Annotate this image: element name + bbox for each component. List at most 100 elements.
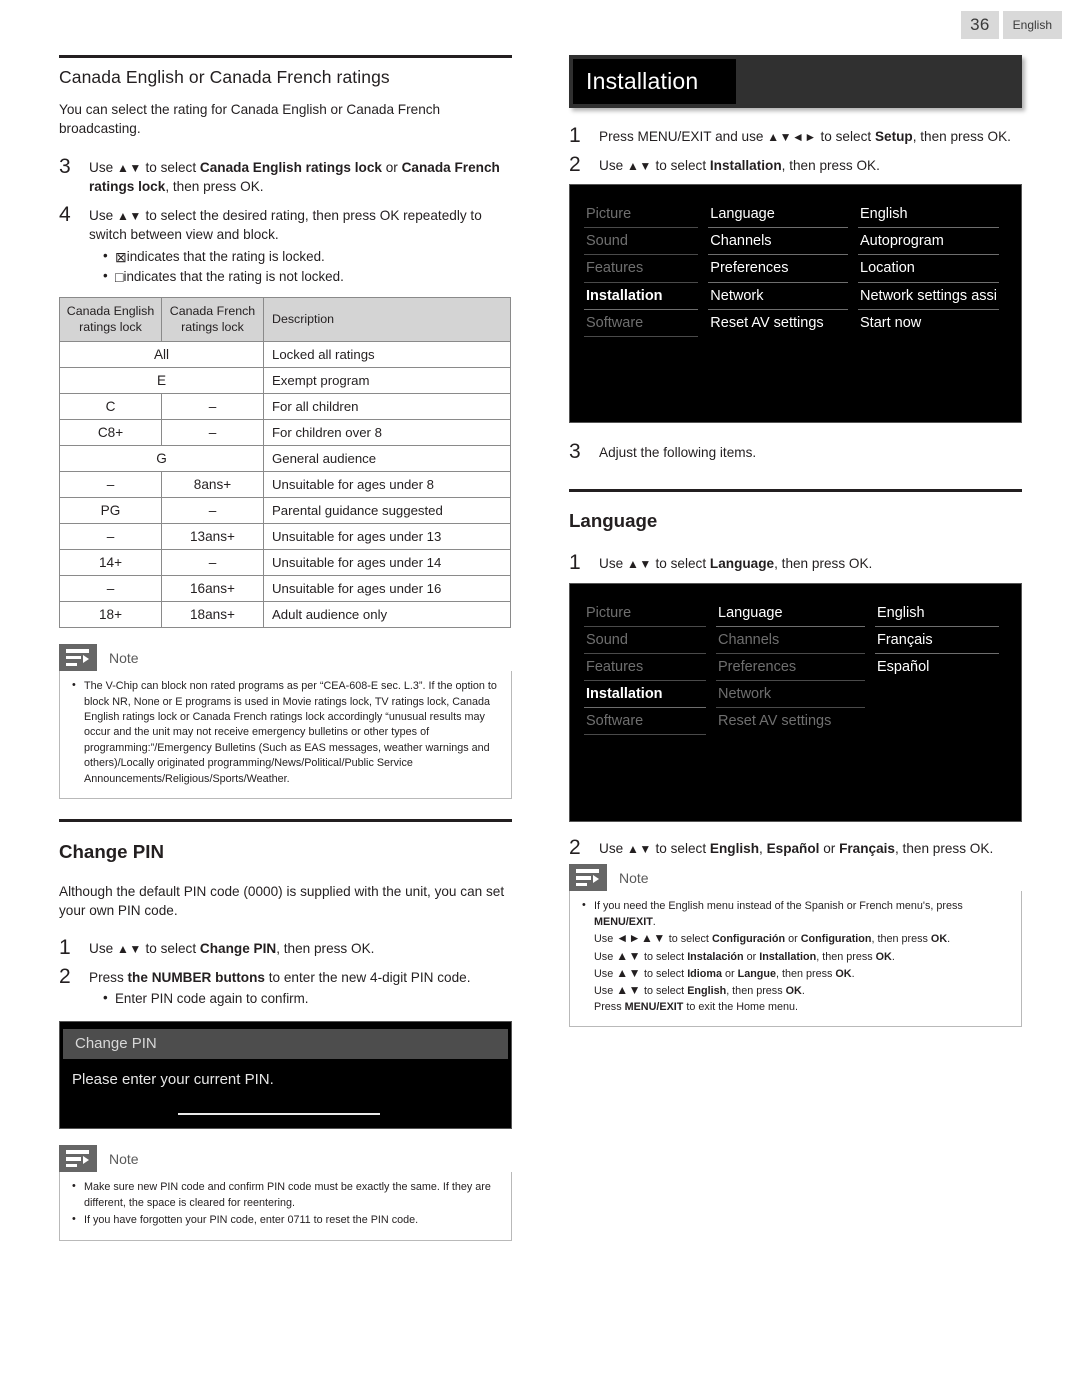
tv-menu-item[interactable]: Preferences [708, 255, 848, 283]
step-number: 3 [59, 154, 71, 178]
installation-banner-title: Installation [586, 68, 699, 94]
tv-menu-item[interactable]: Network settings assi [858, 283, 999, 310]
tv-menu-column-1: Picture Sound Features Installation Software [584, 201, 708, 337]
table-row: C – For all children [59, 393, 511, 421]
step-3: 3 Use ▲▼ to select Canada English rating… [59, 155, 512, 197]
manual-page: 36 English Canada English or Canada Fren… [0, 0, 1080, 1397]
tv-menu-item[interactable]: Español [875, 654, 999, 680]
note-line: Press MENU/EXIT to exit the Home menu. [594, 1000, 799, 1013]
tv-menu-item[interactable]: Software [584, 708, 706, 736]
left-column: Canada English or Canada French ratings … [59, 55, 512, 1241]
step-text: Use ▲▼ to select English, Español or Fra… [599, 840, 994, 856]
tv-menu-item[interactable]: Features [584, 654, 706, 682]
rating-description: Unsuitable for ages under 14 [263, 549, 511, 577]
note-list: Make sure new PIN code and confirm PIN c… [70, 1179, 501, 1228]
step-number: 2 [569, 835, 581, 859]
note-block-language: Note If you need the English menu instea… [569, 864, 1022, 1028]
checkbox-checked-icon: ⊠ [115, 248, 127, 265]
step-3: 3 Adjust the following items. [569, 440, 1022, 463]
note-label: Note [619, 869, 649, 886]
rating-code-english: C8+ [59, 419, 162, 447]
step-2: 2 Use ▲▼ to select Installation, then pr… [569, 153, 1022, 176]
tv-menu-item[interactable]: English [875, 600, 999, 627]
note-icon [59, 1145, 97, 1173]
table-row: 18+ 18ans+ Adult audience only [59, 601, 511, 629]
step-1: 1 Use ▲▼ to select Change PIN, then pres… [59, 936, 512, 959]
tv-menu-item[interactable]: Picture [584, 600, 706, 627]
rating-code-french: – [161, 549, 264, 577]
table-row: –13ans+ Unsuitable for ages under 13 [59, 523, 511, 551]
rating-code-english: – [59, 523, 162, 551]
tv-menu-item[interactable]: Installation [584, 681, 706, 709]
rating-code-french: 18ans+ [161, 601, 264, 629]
note-icon [569, 864, 607, 892]
rating-description: Unsuitable for ages under 13 [263, 523, 511, 551]
tv-menu-item[interactable]: Software [584, 310, 699, 337]
tv-menu-item[interactable]: English [858, 201, 999, 229]
tv-screen-change-pin: Change PIN Please enter your current PIN… [59, 1021, 512, 1130]
tv-menu-item[interactable]: Channels [716, 627, 865, 654]
tv-menu-item[interactable]: Autoprogram [858, 228, 999, 256]
note-block-vchip: Note The V-Chip can block non rated prog… [59, 644, 512, 800]
tv-menu-item[interactable]: Language [708, 201, 848, 229]
tv-menu-item[interactable]: Reset AV settings [708, 310, 848, 336]
tv-menu-item[interactable]: Network [708, 283, 848, 310]
step-text: Use ▲▼ to select Language, then press OK… [599, 556, 873, 572]
tv-menu-item[interactable]: Location [858, 255, 999, 283]
tv-menu-item[interactable]: Français [875, 627, 999, 654]
step-substeps: Enter PIN code again to confirm. [89, 988, 512, 1009]
col-header-canada-french: Canada French ratings lock [161, 297, 264, 343]
rating-description: For all children [263, 393, 511, 421]
change-pin-steps: 1 Use ▲▼ to select Change PIN, then pres… [59, 936, 512, 1009]
note-list: If you need the English menu instead of … [580, 898, 1011, 1015]
step-text: Press the NUMBER buttons to enter the ne… [89, 969, 471, 985]
tv-menu-item[interactable]: Picture [584, 201, 699, 229]
rating-code-french: – [161, 393, 264, 421]
table-row: All Locked all ratings [59, 341, 511, 369]
change-pin-title: Change PIN [59, 840, 164, 862]
note-item: The V-Chip can block non rated programs … [70, 678, 501, 787]
tv-menu-item[interactable]: Installation [584, 283, 699, 310]
rating-code-merged: E [59, 367, 264, 395]
tv-menu-item[interactable]: Start now [858, 310, 999, 336]
step-1: 1 Press MENU/EXIT and use ▲▼◄► to select… [569, 124, 1022, 147]
checkbox-empty-icon: □ [115, 268, 124, 285]
note-header: Note [569, 864, 1022, 892]
note-header: Note [59, 644, 512, 672]
pin-input-field[interactable] [178, 1113, 380, 1115]
step-text: Use ▲▼ to select Installation, then pres… [599, 157, 880, 173]
step-text: Adjust the following items. [599, 445, 757, 461]
table-row: G General audience [59, 445, 511, 473]
tv-menu-item[interactable]: Sound [584, 228, 699, 256]
note-icon [59, 644, 97, 672]
tv-menu-item[interactable]: Preferences [716, 654, 865, 682]
ratings-table: Canada English ratings lock Canada Frenc… [59, 297, 511, 629]
step-number: 1 [569, 551, 581, 575]
step-2: 2 Press the NUMBER buttons to enter the … [59, 965, 512, 1010]
note-item: Make sure new PIN code and confirm PIN c… [70, 1179, 501, 1211]
tv-menu-item[interactable]: Sound [584, 627, 706, 654]
rating-code-french: – [161, 419, 264, 447]
table-row: E Exempt program [59, 367, 511, 395]
tv-menu-column-2: Language Channels Preferences Network Reset … [708, 201, 858, 337]
note-item: If you have forgotten your PIN code, ent… [70, 1212, 501, 1228]
rating-description: Exempt program [263, 367, 511, 395]
tv-menu-item[interactable]: Features [584, 255, 699, 283]
ratings-table-body: All Locked all ratings E Exempt program C – Fo… [59, 341, 511, 629]
tv-menu-column-1: Picture Sound Features Installation Software [584, 600, 716, 736]
tv-menu-item[interactable]: Language [716, 600, 865, 627]
step-number: 1 [59, 936, 71, 960]
note-block-pin: Note Make sure new PIN code and confirm … [59, 1145, 512, 1241]
rating-description: General audience [263, 445, 511, 473]
tv-menu-item[interactable]: Channels [708, 228, 848, 256]
tv-screen-installation-menu: Picture Sound Features Installation Software… [569, 184, 1022, 424]
note-line: If you need the English menu instead of … [594, 900, 963, 928]
section-divider [59, 819, 512, 823]
step-text: Use ▲▼ to select Canada English ratings … [89, 159, 500, 195]
page-title: Canada English or Canada French ratings [59, 67, 390, 87]
rating-code-english: – [59, 471, 162, 499]
tv-menu-item[interactable]: Reset AV settings [716, 708, 865, 734]
tv-menu-item[interactable]: Network [716, 681, 865, 709]
language-step-1: 1 Use ▲▼ to select Language, then press … [569, 551, 1022, 574]
intro-paragraph: You can select the rating for Canada Eng… [59, 102, 441, 137]
